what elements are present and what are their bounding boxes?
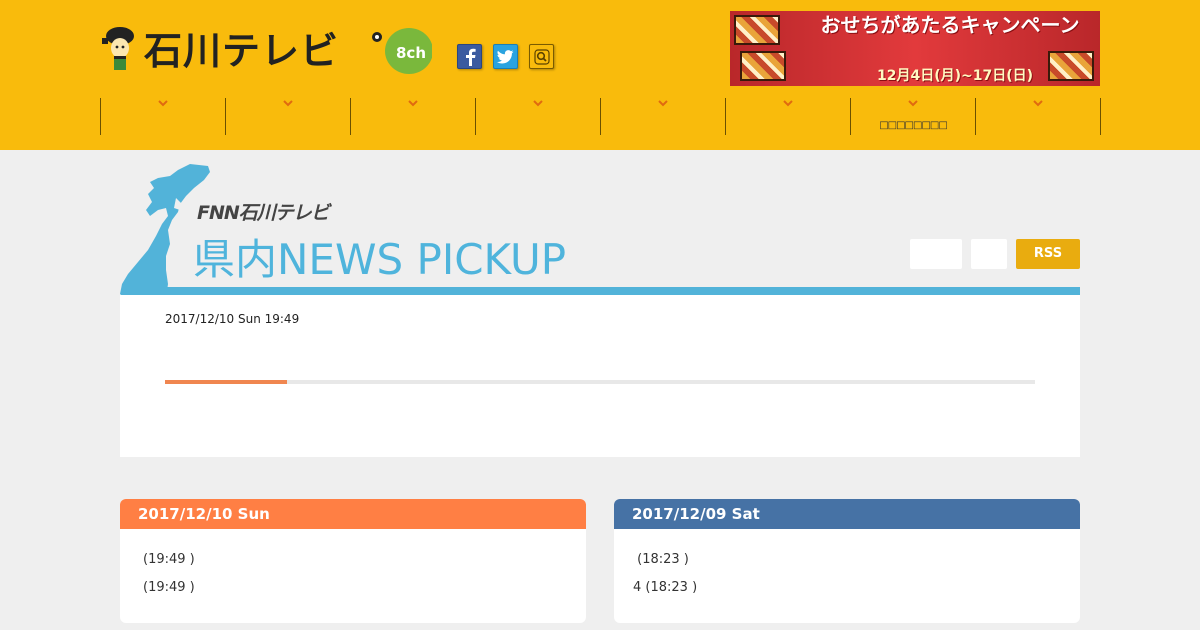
chevron-down-icon — [908, 100, 918, 107]
nav-item[interactable] — [100, 98, 225, 135]
chevron-down-icon — [658, 100, 668, 107]
page-title: 県内NEWS PICKUP — [193, 235, 567, 284]
news-list: (19:49 ) (19:49 ) — [120, 529, 586, 602]
progress-fill — [165, 380, 287, 384]
nav-item[interactable] — [600, 98, 725, 135]
news-item[interactable]: (19:49 ) — [143, 546, 586, 574]
chevron-down-icon — [533, 100, 543, 107]
news-item[interactable]: (19:49 ) — [143, 574, 586, 602]
nav-item[interactable] — [350, 98, 475, 135]
main-nav: □□□□□□□□ — [100, 98, 1101, 135]
view-button[interactable] — [910, 239, 962, 269]
title-underline — [150, 287, 1080, 295]
mascot-icon — [100, 26, 142, 76]
channel-label: 8ch — [396, 44, 427, 62]
news-list: (18:23 ) 4 (18:23 ) — [614, 529, 1080, 602]
search-button[interactable] — [529, 44, 554, 69]
facebook-icon — [465, 48, 476, 66]
nav-item[interactable]: □□□□□□□□ — [850, 98, 975, 135]
feature-datetime: 2017/12/10 Sun 19:49 — [165, 312, 300, 326]
day-box: 2017/12/10 Sun (19:49 ) (19:49 ) — [120, 499, 586, 623]
day-date: 2017/12/09 Sat — [614, 499, 1080, 529]
view-button[interactable] — [971, 239, 1007, 269]
day-box: 2017/12/09 Sat (18:23 ) 4 (18:23 ) — [614, 499, 1080, 623]
nav-label: □□□□□□□□ — [879, 120, 948, 131]
news-item[interactable]: (18:23 ) — [633, 546, 1080, 574]
chevron-down-icon — [283, 100, 293, 107]
search-icon — [533, 48, 550, 65]
nav-item[interactable] — [725, 98, 850, 135]
day-date: 2017/12/10 Sun — [120, 499, 586, 529]
chevron-down-icon — [783, 100, 793, 107]
chevron-down-icon — [408, 100, 418, 107]
feature-progress — [165, 380, 1035, 384]
nav-item[interactable] — [975, 98, 1101, 135]
campaign-banner[interactable]: おせちがあたるキャンペーン 12月4日(月)~17日(日) — [730, 11, 1100, 86]
fnn-label: FNN石川テレビ — [197, 202, 330, 224]
nav-item[interactable] — [475, 98, 600, 135]
osechi-image — [734, 15, 780, 45]
chevron-down-icon — [158, 100, 168, 107]
banner-date: 12月4日(月)~17日(日) — [876, 68, 1034, 84]
logo-text: 石川テレビ — [144, 29, 340, 73]
facebook-button[interactable] — [457, 44, 482, 69]
news-item[interactable]: 4 (18:23 ) — [633, 574, 1080, 602]
twitter-icon — [497, 49, 514, 63]
banner-title: おせちがあたるキャンペーン — [820, 13, 1080, 37]
osechi-image — [740, 51, 786, 81]
site-header: 石川テレビ 8ch おせちがあたるキャンペーン 12月4日(月)~17日(日) — [0, 0, 1200, 150]
twitter-button[interactable] — [493, 44, 518, 69]
rss-button[interactable]: RSS — [1016, 239, 1080, 269]
chevron-down-icon — [1033, 100, 1043, 107]
nav-item[interactable] — [225, 98, 350, 135]
